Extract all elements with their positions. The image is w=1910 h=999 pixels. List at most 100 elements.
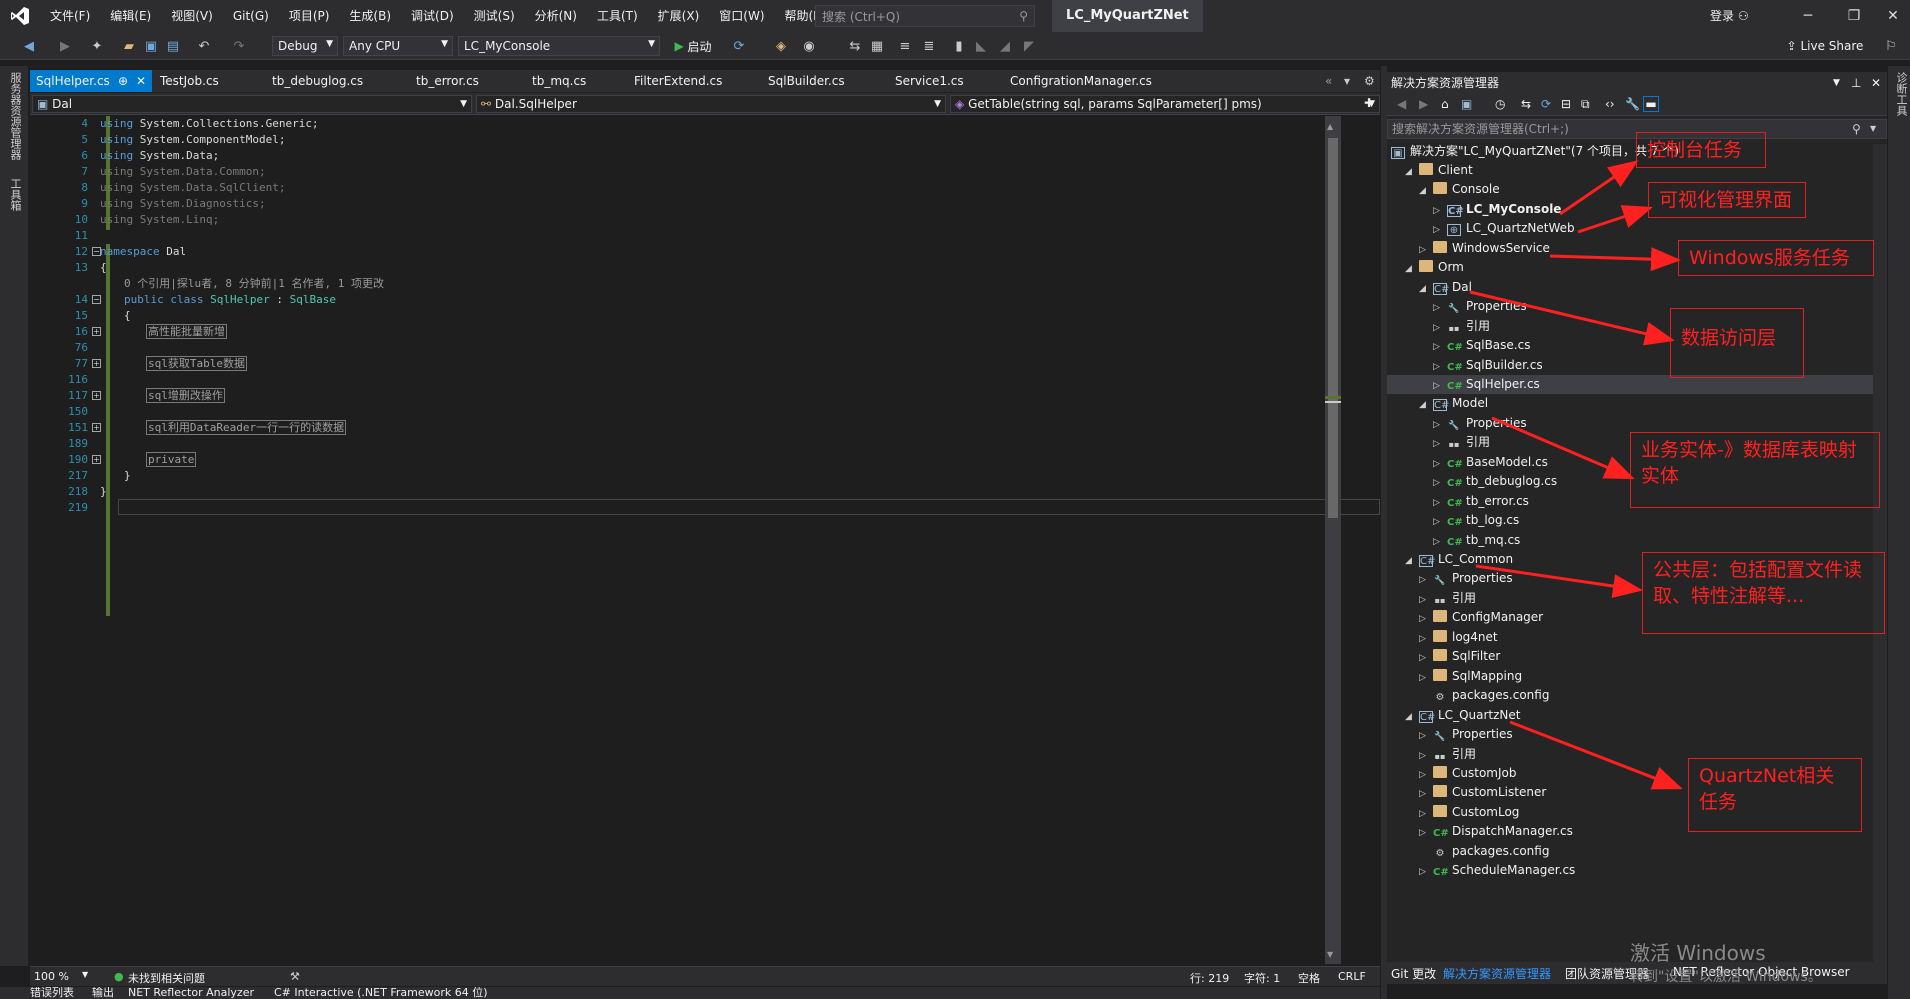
- tab-reflector-analyzer[interactable]: NET Reflector Analyzer: [128, 987, 254, 999]
- tree-node[interactable]: ◢ C# LC_QuartzNet: [1405, 706, 1520, 725]
- collapsed-arrow-icon[interactable]: ▷: [1433, 202, 1447, 221]
- tree-node[interactable]: ▷ 🔧 Properties: [1419, 725, 1513, 744]
- collapsed-arrow-icon[interactable]: ▷: [1419, 766, 1433, 785]
- step-icon[interactable]: ⇆: [846, 37, 864, 55]
- indent-icon[interactable]: ≡: [896, 37, 914, 55]
- tree-node[interactable]: ◢ Console: [1419, 180, 1500, 199]
- collapsed-arrow-icon[interactable]: ▷: [1419, 649, 1433, 668]
- chevron-down-icon[interactable]: ▼: [1833, 72, 1840, 94]
- expanded-arrow-icon[interactable]: ◢: [1419, 396, 1433, 415]
- collapsed-arrow-icon[interactable]: ▷: [1419, 591, 1433, 610]
- tab-error-list[interactable]: 错误列表: [30, 987, 74, 999]
- save-icon[interactable]: ▣: [142, 37, 160, 55]
- tree-node[interactable]: ▷ ▪▪ 引用: [1433, 433, 1490, 452]
- code-editor[interactable]: 4 5 6 7 8 9 10 11 12 13 14 15 16 76 77 116 117 150 151 189 1…: [30, 116, 1380, 964]
- redo-icon[interactable]: ↷: [230, 37, 248, 55]
- collapse-icon[interactable]: −: [92, 247, 101, 256]
- eol-indicator[interactable]: CRLF: [1338, 970, 1366, 983]
- tab-list-icon[interactable]: ▾: [1338, 70, 1356, 92]
- tree-node[interactable]: ▷ ▪▪ 引用: [1419, 745, 1476, 764]
- tree-node[interactable]: ▷ C# tb_log.cs: [1433, 511, 1519, 530]
- tree-node[interactable]: ▷ CustomListener: [1419, 783, 1546, 802]
- collapsed-arrow-icon[interactable]: ▷: [1433, 533, 1447, 552]
- tab-sqlbuilder[interactable]: SqlBuilder.cs: [762, 70, 851, 92]
- code-line[interactable]: using System.Diagnostics;: [100, 196, 266, 212]
- code-line[interactable]: using System.Data;: [100, 148, 219, 164]
- tree-node[interactable]: ◢ Orm: [1405, 258, 1464, 277]
- collapsed-arrow-icon[interactable]: ▷: [1419, 727, 1433, 746]
- tree-node[interactable]: ▷ C# tb_mq.cs: [1433, 531, 1520, 550]
- save-all-icon[interactable]: ▤: [164, 37, 182, 55]
- code-line[interactable]: public class SqlHelper : SqlBase: [124, 292, 336, 308]
- tab-sqlhelper[interactable]: SqlHelper.cs ⊕ ✕: [30, 70, 152, 92]
- tab-output[interactable]: 输出: [92, 987, 114, 999]
- vertical-scrollbar[interactable]: ▲ ▼: [1325, 116, 1341, 964]
- tree-node[interactable]: ▷ log4net: [1419, 628, 1498, 647]
- code-line[interactable]: using System.Data.SqlClient;: [100, 180, 285, 196]
- scroll-up-icon[interactable]: ▲: [1327, 122, 1339, 131]
- window-icon[interactable]: ▦: [868, 37, 886, 55]
- expanded-arrow-icon[interactable]: ◢: [1405, 163, 1419, 182]
- back-icon[interactable]: ◀: [1397, 97, 1406, 111]
- tab-csharp-interactive[interactable]: C# Interactive (.NET Framework 64 位): [274, 987, 488, 999]
- collapsed-arrow-icon[interactable]: ▷: [1419, 669, 1433, 688]
- configuration-select[interactable]: Debug ▼: [272, 36, 338, 56]
- next-bookmark-icon[interactable]: ◢: [996, 37, 1014, 55]
- expanded-arrow-icon[interactable]: ◢: [1405, 552, 1419, 571]
- tree-node[interactable]: ◢ C# Model: [1419, 394, 1488, 413]
- tree-node[interactable]: ▷ ▪▪ 引用: [1433, 317, 1490, 336]
- collapsed-region[interactable]: sql利用DataReader一行一行的读数据: [146, 420, 347, 435]
- platform-select[interactable]: Any CPU ▼: [343, 36, 453, 56]
- collapsed-region[interactable]: private: [146, 452, 197, 467]
- code-line[interactable]: }: [124, 468, 131, 484]
- chevron-down-icon[interactable]: ▼: [1870, 120, 1876, 138]
- expand-icon[interactable]: +: [92, 359, 101, 368]
- expanded-arrow-icon[interactable]: ◢: [1405, 708, 1419, 727]
- menu-item[interactable]: 生成(B): [339, 0, 401, 32]
- chevron-down-icon[interactable]: ▼: [82, 970, 88, 979]
- code-line[interactable]: using System.Collections.Generic;: [100, 116, 319, 132]
- outdent-icon[interactable]: ≣: [920, 37, 938, 55]
- prev-bookmark-icon[interactable]: ◣: [972, 37, 990, 55]
- tree-node[interactable]: ▷ ⊕ LC_QuartzNetWeb: [1433, 219, 1575, 238]
- tree-node[interactable]: ▷ CustomLog: [1419, 803, 1519, 822]
- brush-icon[interactable]: ⚒: [290, 970, 300, 983]
- collapsed-arrow-icon[interactable]: ▷: [1433, 338, 1447, 357]
- tab-tb-error[interactable]: tb_error.cs: [410, 70, 485, 92]
- tab-git-changes[interactable]: Git 更改: [1391, 965, 1436, 982]
- collapsed-arrow-icon[interactable]: ▷: [1433, 494, 1447, 513]
- bookmark-icon[interactable]: ▮: [950, 37, 968, 55]
- tree-node[interactable]: ◢ Client: [1405, 161, 1473, 180]
- region-line[interactable]: 高性能批量新增: [146, 324, 227, 340]
- expanded-arrow-icon[interactable]: ◢: [1419, 182, 1433, 201]
- menu-item[interactable]: Git(G): [223, 0, 279, 32]
- code-line[interactable]: namespace Dal: [100, 244, 186, 260]
- collapsed-arrow-icon[interactable]: ▷: [1433, 299, 1447, 318]
- tab-service1[interactable]: Service1.cs: [889, 70, 970, 92]
- refresh-icon[interactable]: ⟳: [1541, 97, 1551, 111]
- collapsed-arrow-icon[interactable]: ▷: [1419, 610, 1433, 629]
- region-line[interactable]: sql利用DataReader一行一行的读数据: [146, 420, 347, 436]
- codelens[interactable]: 0 个引用|探lu者, 8 分钟前|1 名作者, 1 项更改: [124, 277, 384, 290]
- code-line[interactable]: {: [124, 308, 131, 324]
- feedback-icon[interactable]: ⚐: [1882, 37, 1900, 55]
- minimize-button[interactable]: ─: [1785, 0, 1831, 32]
- menu-item[interactable]: 视图(V): [161, 0, 223, 32]
- refresh-icon[interactable]: ⟳: [730, 37, 748, 55]
- close-icon[interactable]: ✕: [1871, 72, 1881, 94]
- startup-project-select[interactable]: LC_MyConsole ▼: [458, 36, 660, 56]
- open-icon[interactable]: ▰: [120, 37, 138, 55]
- tree-node[interactable]: ▷ WindowsService: [1419, 239, 1550, 258]
- collapsed-arrow-icon[interactable]: ▷: [1419, 571, 1433, 590]
- toolbox-tab[interactable]: 工具箱: [7, 178, 23, 211]
- tree-node[interactable]: ◢ C# LC_Common: [1405, 550, 1513, 569]
- tree-node[interactable]: ▷ C# tb_debuglog.cs: [1433, 472, 1557, 491]
- sync-icon[interactable]: ⇆: [1521, 97, 1531, 111]
- collapsed-arrow-icon[interactable]: ▷: [1419, 241, 1433, 260]
- collapsed-arrow-icon[interactable]: ▷: [1433, 435, 1447, 454]
- collapsed-arrow-icon[interactable]: ▷: [1419, 630, 1433, 649]
- properties-icon[interactable]: 🔧: [1625, 97, 1640, 111]
- search-input[interactable]: 搜索 (Ctrl+Q) ⚲: [815, 5, 1035, 27]
- collapsed-arrow-icon[interactable]: ▷: [1433, 358, 1447, 377]
- expand-icon[interactable]: +: [92, 327, 101, 336]
